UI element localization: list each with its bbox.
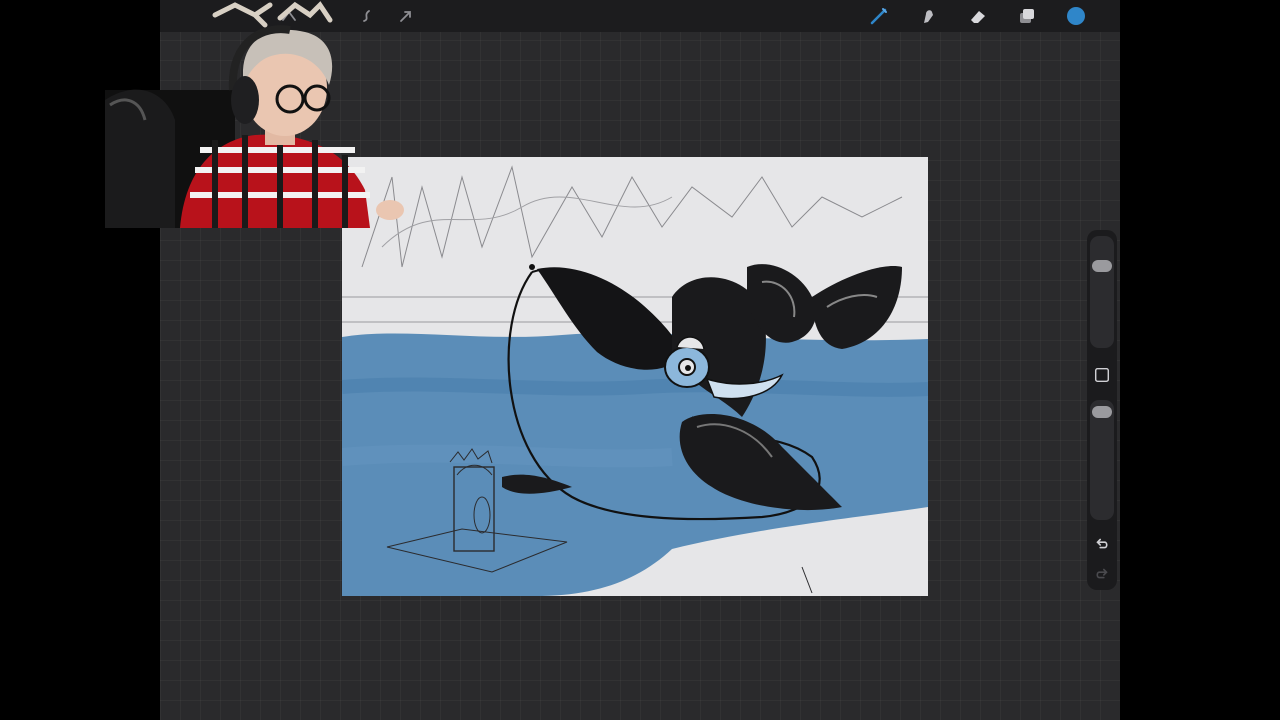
artwork-whale-sketch (342, 165, 928, 596)
smudge-icon[interactable] (916, 4, 940, 28)
brush-size-thumb[interactable] (1092, 260, 1112, 272)
redo-icon[interactable] (1092, 564, 1112, 584)
brush-opacity-slider[interactable] (1090, 400, 1114, 520)
streamer-webcam-image (105, 1, 404, 228)
color-swatch[interactable] (1064, 4, 1088, 28)
brush-size-slider[interactable] (1090, 236, 1114, 348)
webcam-overlay (105, 0, 405, 228)
drawing-canvas[interactable] (342, 157, 928, 596)
eraser-icon[interactable] (966, 4, 990, 28)
brush-opacity-thumb[interactable] (1092, 406, 1112, 418)
undo-icon[interactable] (1092, 534, 1112, 554)
modify-square-icon[interactable] (1092, 365, 1112, 385)
brush-icon[interactable] (867, 4, 891, 28)
layers-icon[interactable] (1015, 4, 1039, 28)
side-toolbar (1087, 230, 1117, 590)
